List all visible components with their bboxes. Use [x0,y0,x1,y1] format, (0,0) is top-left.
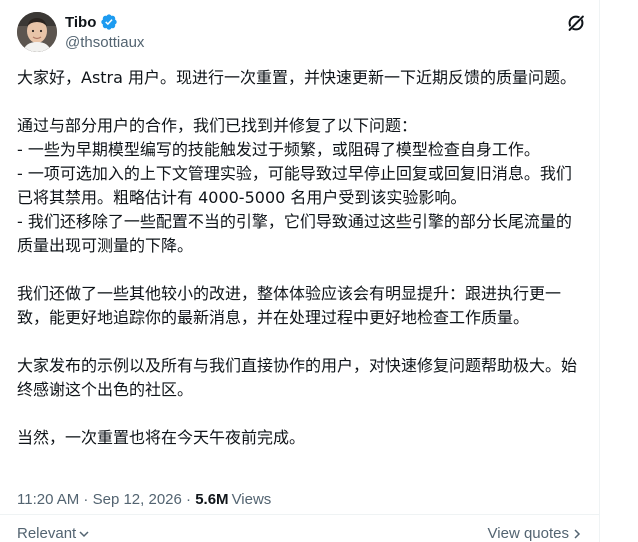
post-paragraph: 我们还做了一些其他较小的改进，整体体验应该会有明显提升：跟进执行更一致，能更好地… [17,284,562,327]
post-date[interactable]: Sep 12, 2026 [93,491,182,508]
chevron-right-icon [574,528,581,539]
post-paragraph [17,258,583,282]
post-meta: 11:20 AM · Sep 12, 2026 · 5.6M Views [17,488,271,510]
view-quotes-label: View quotes [487,525,569,542]
post-paragraph: - 一项可选加入的上下文管理实验，可能导致过早停止回复或回复旧消息。我们已将其禁… [17,164,572,207]
post-card: Tibo @thsottiaux 大家好，Astra 用户。现进行一次重置，并快… [0,0,600,542]
grok-icon[interactable] [565,12,587,34]
post-footer: Relevant View quotes [0,514,600,542]
sort-dropdown[interactable]: Relevant [17,525,90,542]
views-count: 5.6M [195,490,229,508]
post-paragraph: 大家发布的示例以及所有与我们直接协作的用户，对快速修复问题帮助极大。始终感谢这个… [17,356,578,399]
meta-separator: · [181,490,196,508]
post-paragraph: 大家好，Astra 用户。现进行一次重置，并快速更新一下近期反馈的质量问题。 [17,68,577,87]
display-name[interactable]: Tibo [65,14,96,31]
meta-separator: · [79,490,93,508]
post-paragraph: 通过与部分用户的合作，我们已找到并修复了以下问题： [17,116,418,135]
post-paragraph [17,90,583,114]
verified-badge-icon[interactable] [100,13,118,31]
author-names: Tibo @thsottiaux [65,12,144,52]
chevron-down-icon [79,530,89,537]
author-handle[interactable]: @thsottiaux [65,34,144,51]
sort-label: Relevant [17,525,77,542]
post-paragraph: - 一些为早期模型编写的技能触发过于频繁，或阻碍了模型检查自身工作。 [17,140,540,159]
avatar-image [17,12,57,52]
post-paragraph [17,330,583,354]
post-time[interactable]: 11:20 AM [17,491,79,508]
post-header: Tibo @thsottiaux [17,12,587,54]
post-paragraph: 当然，一次重置也将在今天午夜前完成。 [17,428,306,447]
post-paragraph [17,402,583,426]
avatar[interactable] [17,12,57,52]
post-body: 大家好，Astra 用户。现进行一次重置，并快速更新一下近期反馈的质量问题。 通… [17,66,583,450]
views-label: Views [231,490,272,508]
view-quotes-link[interactable]: View quotes [488,525,582,542]
post-paragraph: - 我们还移除了一些配置不当的引擎，它们导致通过这些引擎的部分长尾流量的质量出现… [17,212,572,255]
